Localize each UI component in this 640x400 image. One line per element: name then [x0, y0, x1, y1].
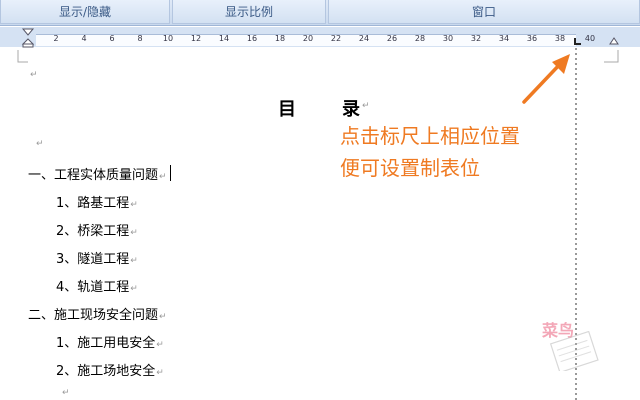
- ruler-tick: 32: [470, 34, 482, 43]
- ruler-tick: 22: [330, 34, 342, 43]
- toc-title-right: 录: [342, 99, 360, 120]
- paragraph-mark: ↵: [36, 139, 44, 149]
- toc-line-text: 1、施工用电安全: [56, 336, 156, 351]
- paragraph-mark: ↵: [130, 284, 138, 294]
- toc-line[interactable]: 1、施工用电安全↵: [56, 332, 164, 351]
- watermark-notebook-icon: [549, 331, 599, 371]
- ruler-tick: 4: [81, 34, 87, 43]
- paragraph-mark: ↵: [156, 340, 164, 350]
- paragraph-mark: ↵: [130, 256, 138, 266]
- toc-line[interactable]: 2、桥梁工程↵: [56, 220, 138, 239]
- paragraph-mark: ↵: [159, 312, 167, 322]
- toc-line[interactable]: 2、施工场地安全↵: [56, 360, 164, 379]
- indent-marker-icon[interactable]: [21, 28, 35, 48]
- ruler-tick: 28: [414, 34, 426, 43]
- ruler-tick: 20: [302, 34, 314, 43]
- document-page[interactable]: ↵ 目 录 ↵ ↵ 一、工程实体质量问题↵ 1、路基工程↵ 2、桥梁工程↵ 3、…: [0, 48, 640, 400]
- ruler-tick: 12: [190, 34, 202, 43]
- ruler-tick: 38: [554, 34, 566, 43]
- toc-title-left: 目: [278, 99, 296, 120]
- toc-line-text: 一、工程实体质量问题: [28, 168, 159, 183]
- group-label: 窗口: [471, 5, 496, 19]
- horizontal-ruler[interactable]: 2 4 6 8 10 12 14 16 18 20 22 24 26 28 30…: [0, 27, 640, 48]
- ruler-tick: 34: [498, 34, 510, 43]
- toc-line[interactable]: 4、轨道工程↵: [56, 276, 138, 295]
- group-label: 显示/隐藏: [58, 5, 112, 19]
- ruler-tick: 14: [218, 34, 230, 43]
- toc-line[interactable]: 1、路基工程↵: [56, 192, 138, 211]
- toc-line-text: 2、桥梁工程: [56, 224, 130, 239]
- toc-line[interactable]: 3、隧道工程↵: [56, 248, 138, 267]
- ruler-tick: 2: [53, 34, 59, 43]
- toc-line-text: 二、施工现场安全问题: [28, 308, 159, 323]
- group-label: 显示比例: [224, 5, 273, 19]
- paragraph-mark: ↵: [130, 200, 138, 210]
- ribbon-group-zoom[interactable]: 显示比例: [172, 0, 326, 24]
- paragraph-mark: ↵: [30, 70, 38, 80]
- ruler-tick: 40: [584, 34, 596, 43]
- watermark-logo: 菜鸟: [542, 317, 599, 371]
- toc-line-text: 3、隧道工程: [56, 252, 130, 267]
- ruler-tick: 18: [274, 34, 286, 43]
- ruler-tick: 36: [526, 34, 538, 43]
- right-indent-marker-icon[interactable]: [609, 37, 619, 46]
- ruler-tick: 24: [358, 34, 370, 43]
- annotation-text: 点击标尺上相应位置: [340, 124, 520, 148]
- paragraph-mark: ↵: [362, 101, 370, 111]
- toc-line-text: 4、轨道工程: [56, 280, 130, 295]
- ruler-tick: 8: [137, 34, 143, 43]
- paragraph-mark: ↵: [156, 368, 164, 378]
- annotation-arrow-icon: [522, 54, 570, 104]
- toc-line-text: 2、施工场地安全: [56, 364, 156, 379]
- toc-line[interactable]: 二、施工现场安全问题↵: [28, 304, 167, 323]
- text-cursor: [170, 165, 171, 181]
- ruler-tick: 26: [386, 34, 398, 43]
- ruler-tick: 16: [246, 34, 258, 43]
- paragraph-mark: ↵: [62, 388, 70, 398]
- ruler-tick: 30: [442, 34, 454, 43]
- ribbon-group-show-hide[interactable]: 显示/隐藏: [0, 0, 170, 24]
- annotation-text: 便可设置制表位: [340, 156, 480, 180]
- paragraph-mark: ↵: [130, 228, 138, 238]
- ruler-tick: 10: [162, 34, 174, 43]
- paragraph-mark: ↵: [159, 172, 167, 182]
- toc-line[interactable]: 一、工程实体质量问题↵: [28, 164, 167, 183]
- ribbon: 显示/隐藏 显示比例 窗口: [0, 0, 640, 26]
- ribbon-group-window[interactable]: 窗口: [328, 0, 640, 24]
- tab-stop-icon[interactable]: [574, 38, 582, 47]
- toc-line-text: 1、路基工程: [56, 196, 130, 211]
- ruler-tick: 6: [109, 34, 115, 43]
